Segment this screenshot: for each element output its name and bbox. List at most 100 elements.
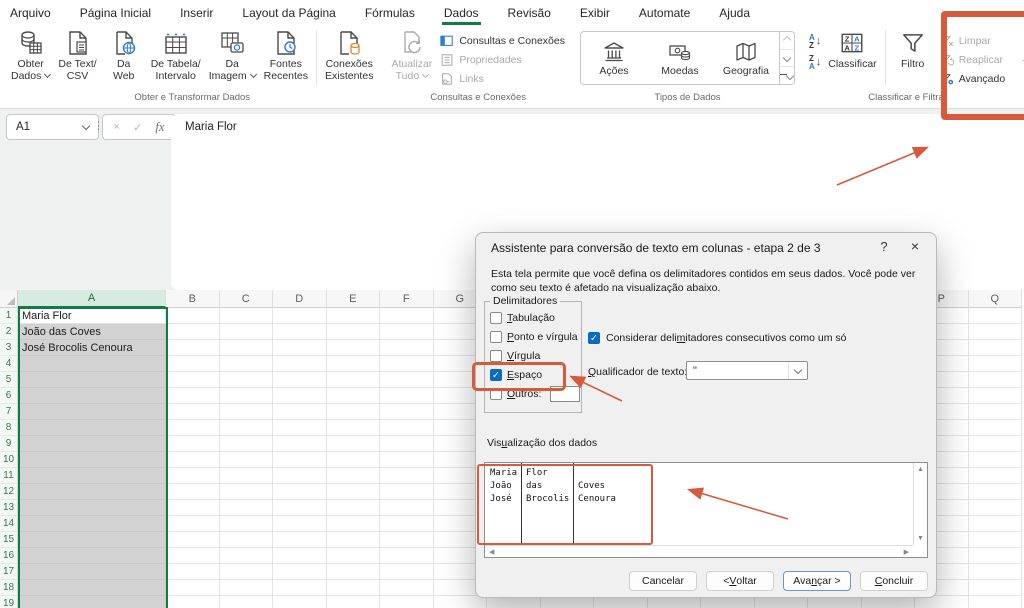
- row-header-8[interactable]: 8: [0, 420, 18, 436]
- cancel-entry-icon[interactable]: ×: [114, 121, 120, 133]
- grid-cell[interactable]: [380, 468, 434, 484]
- row-header-13[interactable]: 13: [0, 500, 18, 516]
- grid-cell[interactable]: [166, 484, 220, 500]
- grid-cell[interactable]: [273, 468, 327, 484]
- grid-cell[interactable]: [327, 532, 381, 548]
- grid-cell[interactable]: [220, 500, 274, 516]
- grid-cell[interactable]: [327, 324, 381, 340]
- grid-cell[interactable]: [969, 340, 1023, 356]
- grid-cell[interactable]: [166, 548, 220, 564]
- grid-cell[interactable]: [380, 404, 434, 420]
- grid-cell[interactable]: [969, 564, 1023, 580]
- grid-cell[interactable]: [273, 404, 327, 420]
- checkbox[interactable]: [490, 350, 502, 362]
- grid-cell[interactable]: [166, 580, 220, 596]
- reaplicar-button[interactable]: Reaplicar: [937, 52, 1009, 67]
- geografia-data-type[interactable]: Geografia: [713, 32, 779, 84]
- grid-cell[interactable]: [273, 420, 327, 436]
- grid-cell[interactable]: [166, 532, 220, 548]
- grid-cell[interactable]: [327, 596, 381, 608]
- cell-a1[interactable]: Maria Flor: [18, 308, 166, 324]
- cell-a17[interactable]: [18, 564, 166, 580]
- name-box[interactable]: A1: [6, 114, 99, 140]
- grid-cell[interactable]: [273, 436, 327, 452]
- grid-cell[interactable]: [327, 516, 381, 532]
- row-header-5[interactable]: 5: [0, 372, 18, 388]
- grid-cell[interactable]: [969, 484, 1023, 500]
- column-header-b[interactable]: B: [166, 290, 220, 308]
- grid-cell[interactable]: [166, 420, 220, 436]
- gallery-more-icon[interactable]: [780, 67, 794, 84]
- grid-cell[interactable]: [327, 436, 381, 452]
- grid-cell[interactable]: [166, 356, 220, 372]
- row-header-3[interactable]: 3: [0, 340, 18, 356]
- preview-vertical-scrollbar[interactable]: ▲▼: [913, 463, 927, 545]
- menu-tab-revisão[interactable]: Revisão: [507, 1, 552, 25]
- scroll-down-icon[interactable]: ▼: [917, 535, 924, 542]
- select-all-corner[interactable]: [0, 290, 18, 308]
- grid-cell[interactable]: [380, 308, 434, 324]
- row-header-1[interactable]: 1: [0, 308, 18, 324]
- row-header-15[interactable]: 15: [0, 532, 18, 548]
- grid-cell[interactable]: [327, 420, 381, 436]
- row-header-14[interactable]: 14: [0, 516, 18, 532]
- grid-cell[interactable]: [273, 388, 327, 404]
- cell-a19[interactable]: [18, 596, 166, 608]
- grid-cell[interactable]: [327, 548, 381, 564]
- grid-cell[interactable]: [327, 340, 381, 356]
- cell-a2[interactable]: João das Coves: [18, 324, 166, 340]
- grid-cell[interactable]: [273, 324, 327, 340]
- grid-cell[interactable]: [969, 596, 1023, 608]
- avancar-button[interactable]: Avançar >: [783, 571, 851, 591]
- propriedades-button[interactable]: Propriedades: [437, 52, 568, 67]
- grid-cell[interactable]: [380, 324, 434, 340]
- grid-cell[interactable]: [166, 596, 220, 608]
- grid-cell[interactable]: [273, 532, 327, 548]
- grid-cell[interactable]: [327, 372, 381, 388]
- checkbox[interactable]: [490, 388, 502, 400]
- grid-cell[interactable]: [220, 356, 274, 372]
- scroll-right-icon[interactable]: ▶: [904, 548, 909, 556]
- grid-cell[interactable]: [380, 356, 434, 372]
- grid-cell[interactable]: [166, 468, 220, 484]
- grid-cell[interactable]: [220, 324, 274, 340]
- cell-a14[interactable]: [18, 516, 166, 532]
- grid-cell[interactable]: [327, 388, 381, 404]
- grid-cell[interactable]: [273, 564, 327, 580]
- column-break-line[interactable]: [573, 463, 574, 544]
- grid-cell[interactable]: [220, 388, 274, 404]
- grid-cell[interactable]: [327, 564, 381, 580]
- grid-cell[interactable]: [969, 468, 1023, 484]
- grid-cell[interactable]: [273, 452, 327, 468]
- grid-cell[interactable]: [327, 500, 381, 516]
- grid-cell[interactable]: [273, 484, 327, 500]
- menu-tab-inserir[interactable]: Inserir: [179, 1, 214, 25]
- menu-tab-fórmulas[interactable]: Fórmulas: [364, 1, 416, 25]
- da-imagem-button[interactable]: DaImagem: [206, 28, 259, 82]
- grid-cell[interactable]: [327, 308, 381, 324]
- grid-cell[interactable]: [969, 548, 1023, 564]
- grid-cell[interactable]: [220, 580, 274, 596]
- grid-cell[interactable]: [273, 308, 327, 324]
- menu-tab-página-inicial[interactable]: Página Inicial: [79, 1, 152, 25]
- checkbox[interactable]: [490, 331, 502, 343]
- grid-cell[interactable]: [220, 404, 274, 420]
- grid-cell[interactable]: [327, 404, 381, 420]
- voltar-button[interactable]: < Voltar: [706, 571, 774, 591]
- grid-cell[interactable]: [380, 372, 434, 388]
- conexoes-existentes-button[interactable]: ConexõesExistentes: [322, 28, 376, 82]
- grid-cell[interactable]: [380, 596, 434, 608]
- grid-cell[interactable]: [166, 436, 220, 452]
- row-header-4[interactable]: 4: [0, 356, 18, 372]
- grid-cell[interactable]: [273, 372, 327, 388]
- grid-cell[interactable]: [327, 580, 381, 596]
- scroll-up-icon[interactable]: [780, 32, 794, 50]
- grid-cell[interactable]: [380, 436, 434, 452]
- de-tabela-intervalo-button[interactable]: De Tabela/Intervalo: [148, 28, 204, 82]
- cell-a5[interactable]: [18, 372, 166, 388]
- grid-cell[interactable]: [166, 388, 220, 404]
- grid-cell[interactable]: [380, 452, 434, 468]
- menu-tab-arquivo[interactable]: Arquivo: [9, 1, 52, 25]
- grid-cell[interactable]: [220, 516, 274, 532]
- grid-cell[interactable]: [220, 596, 274, 608]
